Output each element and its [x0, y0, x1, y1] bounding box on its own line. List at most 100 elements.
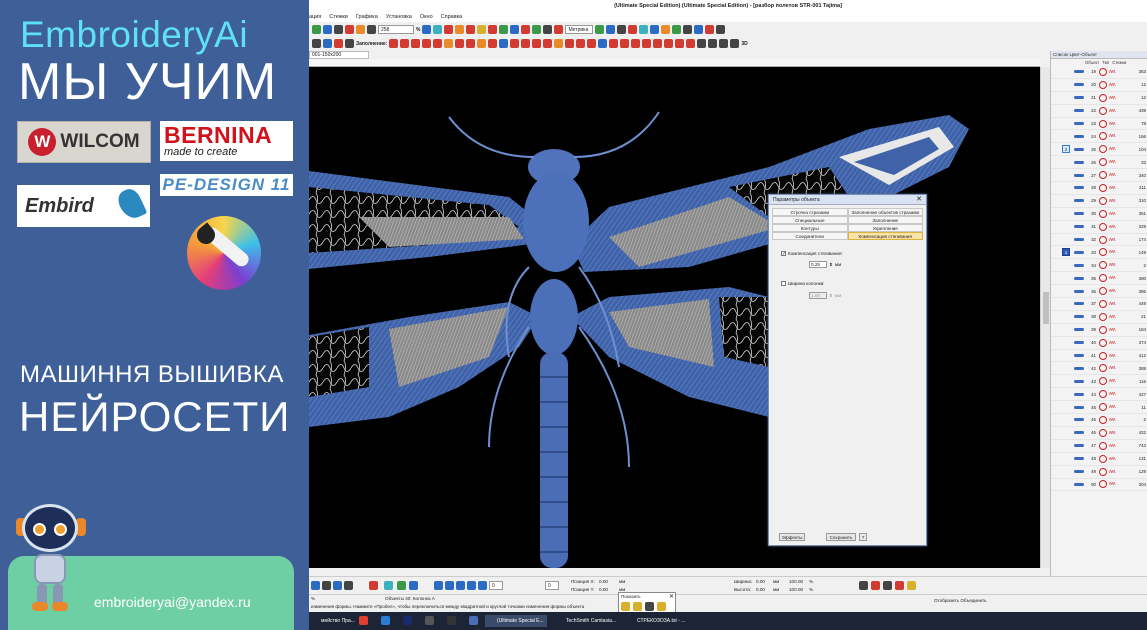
- row-group-marker[interactable]: [1062, 68, 1070, 76]
- fill-style-5-icon[interactable]: [433, 39, 443, 48]
- row-group-marker[interactable]: [1062, 120, 1070, 128]
- photoshop-icon[interactable]: [403, 616, 412, 625]
- table-row[interactable]: 46 ʌʌʌ 2: [1051, 414, 1147, 427]
- fill-style-25-icon[interactable]: [653, 39, 663, 48]
- fill-style-1-icon[interactable]: [389, 39, 399, 48]
- tab-connectors[interactable]: Соединители: [772, 232, 848, 240]
- show-icon[interactable]: [633, 602, 642, 611]
- fill-style-10-icon[interactable]: [488, 39, 498, 48]
- align-icon[interactable]: [650, 25, 660, 34]
- menu-item-stitches[interactable]: Стежки: [329, 12, 348, 22]
- fill-style-21-icon[interactable]: [609, 39, 619, 48]
- fill-style-4-icon[interactable]: [422, 39, 432, 48]
- design-canvas[interactable]: [309, 67, 1040, 568]
- row-group-marker[interactable]: [1062, 442, 1070, 450]
- fill-style-22-icon[interactable]: [620, 39, 630, 48]
- distribute-icon[interactable]: [467, 581, 476, 590]
- column-width-checkbox[interactable]: [781, 281, 786, 286]
- fill-style-13-icon[interactable]: [521, 39, 531, 48]
- applique-icon[interactable]: [477, 25, 487, 34]
- monogram-icon[interactable]: [499, 25, 509, 34]
- table-row[interactable]: 44 ʌʌʌ 427: [1051, 388, 1147, 402]
- row-group-marker[interactable]: [1062, 197, 1070, 205]
- row-group-marker[interactable]: [1062, 429, 1070, 437]
- info-icon[interactable]: [606, 25, 616, 34]
- table-row[interactable]: 32 ʌʌʌ 174: [1051, 234, 1147, 247]
- color-icon[interactable]: [543, 25, 553, 34]
- show-icon[interactable]: [657, 602, 666, 611]
- mirror-icon[interactable]: [683, 25, 693, 34]
- trim-icon[interactable]: [554, 25, 564, 34]
- table-row[interactable]: 41 ʌʌʌ 412: [1051, 350, 1147, 363]
- width-pct[interactable]: 100.00: [789, 579, 803, 584]
- height-value[interactable]: 0.00: [756, 587, 765, 592]
- spin-arrows-icon[interactable]: ⬍: [829, 293, 833, 299]
- row-group-marker[interactable]: [1062, 274, 1070, 282]
- fill-style-14-icon[interactable]: [532, 39, 542, 48]
- menu-item-graphics[interactable]: Графика: [356, 12, 378, 22]
- table-row[interactable]: 36 ʌʌʌ 385: [1051, 285, 1147, 299]
- fill-style-3-icon[interactable]: [411, 39, 421, 48]
- taskbar-item-camtasia[interactable]: TechSmith Camtasia...: [554, 615, 619, 627]
- pos-y-value[interactable]: 0.00: [599, 587, 608, 592]
- align-center-icon[interactable]: [445, 581, 454, 590]
- close-icon[interactable]: ✕: [669, 593, 674, 600]
- taskbar-item[interactable]: мейство Пра...: [309, 615, 355, 627]
- fill-style-2-icon[interactable]: [400, 39, 410, 48]
- table-row[interactable]: 31 ʌʌʌ 329: [1051, 221, 1147, 234]
- settings-icon[interactable]: [617, 25, 627, 34]
- row-group-marker[interactable]: [1062, 300, 1070, 308]
- app-icon[interactable]: [447, 616, 456, 625]
- object-list[interactable]: 19 ʌʌʌ 363 20 ʌʌʌ 12 21 ʌʌʌ 12 22 ʌʌʌ 439 23 ʌʌʌ 78 24 ʌ…: [1051, 66, 1147, 571]
- row-group-marker[interactable]: [1062, 184, 1070, 192]
- artwork-view-icon[interactable]: [730, 39, 740, 48]
- row-group-marker[interactable]: [1062, 171, 1070, 179]
- repeat-icon[interactable]: [672, 25, 682, 34]
- row-group-marker[interactable]: 1: [1062, 248, 1070, 257]
- column-width-input[interactable]: 1.00: [809, 292, 827, 299]
- rotate-combo[interactable]: 0: [489, 581, 503, 590]
- shirt-icon[interactable]: [510, 25, 520, 34]
- row-group-marker[interactable]: [1062, 390, 1070, 398]
- fill-style-26-icon[interactable]: [664, 39, 674, 48]
- row-group-marker[interactable]: [1062, 416, 1070, 424]
- cut-icon[interactable]: [345, 25, 354, 34]
- fill-style-20-icon[interactable]: [598, 39, 608, 48]
- sequin-icon[interactable]: [521, 25, 531, 34]
- color-palette-icon[interactable]: [311, 581, 320, 590]
- table-row[interactable]: 34 ʌʌʌ 2: [1051, 259, 1147, 273]
- row-group-marker[interactable]: [1062, 132, 1070, 140]
- show-icon[interactable]: [621, 602, 630, 611]
- row-group-marker[interactable]: 2: [1062, 145, 1070, 154]
- rotate-icon[interactable]: [478, 581, 487, 590]
- redo-icon[interactable]: [323, 39, 332, 48]
- hoop-icon[interactable]: [384, 581, 393, 590]
- row-group-marker[interactable]: [1062, 81, 1070, 89]
- table-row[interactable]: 20 ʌʌʌ 12: [1051, 79, 1147, 92]
- fill-style-15-icon[interactable]: [543, 39, 553, 48]
- document-tab[interactable]: 001-150x200: [309, 51, 369, 59]
- tab-outlines[interactable]: Контуры: [772, 224, 848, 232]
- menu-item-setup[interactable]: Установка: [386, 12, 412, 22]
- realistic-view-icon[interactable]: [708, 39, 718, 48]
- table-row[interactable]: 49 ʌʌʌ 129: [1051, 466, 1147, 479]
- save-button[interactable]: Сохранить: [826, 533, 856, 541]
- fill-style-9-icon[interactable]: [477, 39, 487, 48]
- table-row[interactable]: 38 ʌʌʌ 21: [1051, 311, 1147, 324]
- fill-style-18-icon[interactable]: [576, 39, 586, 48]
- table-row[interactable]: 26 ʌʌʌ 33: [1051, 156, 1147, 170]
- branch-icon[interactable]: [639, 25, 649, 34]
- row-group-marker[interactable]: [1062, 223, 1070, 231]
- pos-x-value[interactable]: 0.00: [599, 579, 608, 584]
- fill-style-17-icon[interactable]: [565, 39, 575, 48]
- export-icon[interactable]: [895, 581, 904, 590]
- units-combo[interactable]: Метрика: [565, 25, 594, 34]
- menu-item-window[interactable]: Окно: [420, 12, 433, 22]
- menu-item[interactable]: ация: [309, 12, 321, 22]
- close-icon[interactable]: ✕: [916, 195, 922, 205]
- table-row[interactable]: 48 ʌʌʌ 131: [1051, 453, 1147, 466]
- table-row[interactable]: 22 ʌʌʌ 439: [1051, 105, 1147, 118]
- taskbar-item-wilcom[interactable]: (Ultimate Special E...: [485, 615, 547, 627]
- align-left-icon[interactable]: [434, 581, 443, 590]
- table-row[interactable]: 39 ʌʌʌ 184: [1051, 324, 1147, 337]
